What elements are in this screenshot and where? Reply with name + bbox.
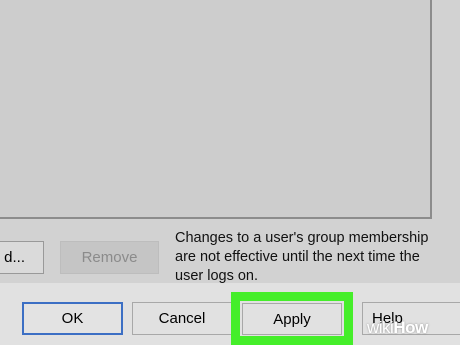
member-of-panel: d... Remove Changes to a user's group me… xyxy=(0,0,460,284)
ok-button-label: OK xyxy=(61,310,84,327)
wikihow-watermark: wikiHow xyxy=(367,318,428,338)
remove-button: Remove xyxy=(60,241,159,274)
watermark-suffix: How xyxy=(393,318,428,337)
cancel-button[interactable]: Cancel xyxy=(132,302,232,335)
user-properties-dialog: d... Remove Changes to a user's group me… xyxy=(0,0,460,345)
member-of-list[interactable] xyxy=(0,0,432,219)
add-button-label: d... xyxy=(4,249,25,266)
cancel-button-label: Cancel xyxy=(158,310,206,327)
watermark-prefix: wiki xyxy=(367,318,394,337)
apply-button[interactable]: Apply xyxy=(242,303,342,335)
remove-button-label: Remove xyxy=(81,249,138,266)
apply-button-label: Apply xyxy=(273,310,311,328)
add-button[interactable]: d... xyxy=(0,241,44,274)
membership-note: Changes to a user's group membership are… xyxy=(175,230,429,284)
ok-button[interactable]: OK xyxy=(22,302,123,335)
